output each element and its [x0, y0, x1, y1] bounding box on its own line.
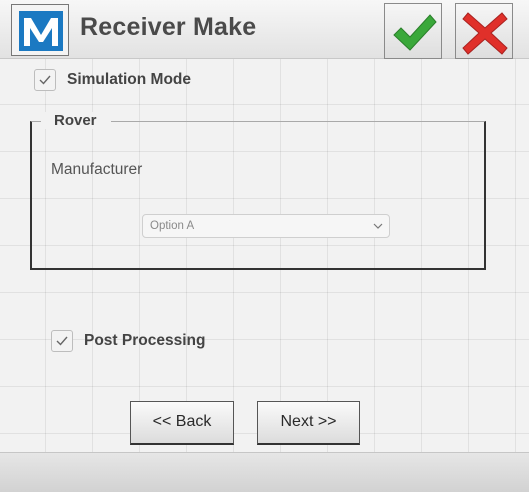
rover-legend: Rover: [41, 112, 111, 129]
next-button[interactable]: Next >>: [257, 401, 360, 445]
footer-bar: [0, 452, 529, 492]
ok-button[interactable]: [384, 3, 442, 59]
post-processing-checkbox[interactable]: [51, 330, 73, 352]
manufacturer-select[interactable]: Option A: [142, 214, 390, 238]
rover-groupbox: Rover Manufacturer Option A: [30, 112, 486, 270]
back-button[interactable]: << Back: [130, 401, 234, 445]
check-icon: [39, 75, 51, 85]
cancel-button[interactable]: [455, 3, 513, 59]
green-checkmark-icon: [393, 14, 437, 51]
page-title: Receiver Make: [80, 13, 257, 41]
post-processing-label: Post Processing: [84, 332, 206, 349]
m-logo-icon: [11, 4, 69, 56]
header-bar: Receiver Make: [0, 0, 529, 59]
simulation-mode-label: Simulation Mode: [67, 71, 191, 88]
simulation-mode-checkbox[interactable]: [34, 69, 56, 91]
simulation-mode-row: Simulation Mode: [34, 69, 191, 91]
manufacturer-label: Manufacturer: [51, 161, 143, 178]
post-processing-row: Post Processing: [51, 330, 205, 352]
chevron-down-icon: [373, 223, 383, 229]
red-x-icon: [462, 12, 508, 55]
manufacturer-select-value: Option A: [150, 220, 195, 232]
check-icon: [56, 336, 68, 346]
